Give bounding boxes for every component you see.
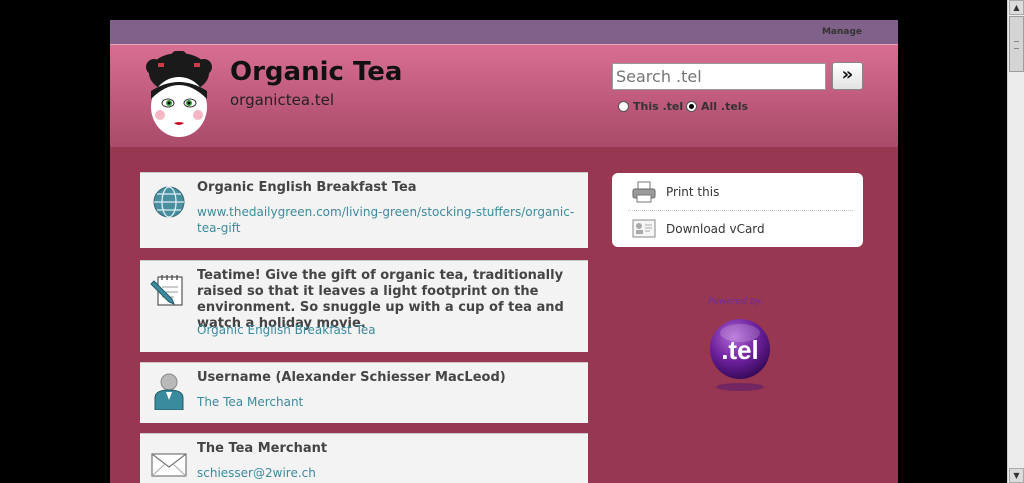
search-input[interactable] xyxy=(612,63,826,90)
scope-label: All .tels xyxy=(701,100,749,113)
record-title: The Tea Merchant xyxy=(197,441,328,456)
scope-label: This .tel xyxy=(633,100,684,113)
record-title: Username (Alexander Schiesser MacLeod) xyxy=(197,370,506,385)
scroll-thumb[interactable] xyxy=(1009,16,1024,72)
record-card: Username (Alexander Schiesser MacLeod) T… xyxy=(140,362,588,423)
tel-logo-icon[interactable]: .tel xyxy=(708,317,772,395)
actions-box: Print this Download vCard xyxy=(612,173,863,247)
record-card: The Tea Merchant schiesser@2wire.ch xyxy=(140,433,588,483)
radio-selected-icon[interactable] xyxy=(686,101,697,112)
manage-link[interactable]: Manage xyxy=(822,27,862,37)
vcard-label: Download vCard xyxy=(666,222,765,236)
scope-all-tels[interactable]: All .tels xyxy=(686,100,748,113)
download-vcard-button[interactable]: Download vCard xyxy=(612,211,863,247)
scroll-down-arrow-icon[interactable]: ▼ xyxy=(1009,468,1024,483)
page-title: Organic Tea xyxy=(230,57,403,87)
radio-icon[interactable] xyxy=(618,101,629,112)
scope-this-tel[interactable]: This .tel xyxy=(618,100,683,113)
scroll-up-arrow-icon[interactable]: ▲ xyxy=(1009,0,1024,15)
content-area: Organic English Breakfast Tea www.thedai… xyxy=(110,147,898,483)
globe-icon xyxy=(153,186,185,218)
printer-icon xyxy=(632,181,656,203)
search-go-button[interactable]: » xyxy=(832,62,863,90)
record-link[interactable]: www.thedailygreen.com/living-green/stock… xyxy=(197,204,577,236)
tel-logo-text: .tel xyxy=(721,335,759,365)
record-link[interactable]: Organic English Breakfast Tea xyxy=(197,322,577,338)
print-button[interactable]: Print this xyxy=(612,174,863,210)
note-pencil-icon xyxy=(150,275,183,306)
top-bar: Manage xyxy=(110,20,898,44)
record-link[interactable]: schiesser@2wire.ch xyxy=(197,465,577,481)
geisha-avatar-icon xyxy=(146,51,212,137)
vcard-icon xyxy=(632,219,656,238)
page-container: Manage Organic Tea organictea.tel » xyxy=(110,20,898,483)
record-card: Organic English Breakfast Tea www.thedai… xyxy=(140,172,588,248)
print-label: Print this xyxy=(666,185,720,199)
header: Organic Tea organictea.tel » This .tel A… xyxy=(110,44,898,147)
vertical-scrollbar[interactable]: ▲ ▼ xyxy=(1007,0,1024,483)
page-subtitle: organictea.tel xyxy=(230,91,335,109)
record-link[interactable]: The Tea Merchant xyxy=(197,394,577,410)
person-icon xyxy=(154,373,184,410)
envelope-icon xyxy=(151,453,187,477)
record-title: Organic English Breakfast Tea xyxy=(197,180,417,195)
powered-by-label: Powered by: xyxy=(708,297,764,307)
record-card: Teatime! Give the gift of organic tea, t… xyxy=(140,260,588,352)
